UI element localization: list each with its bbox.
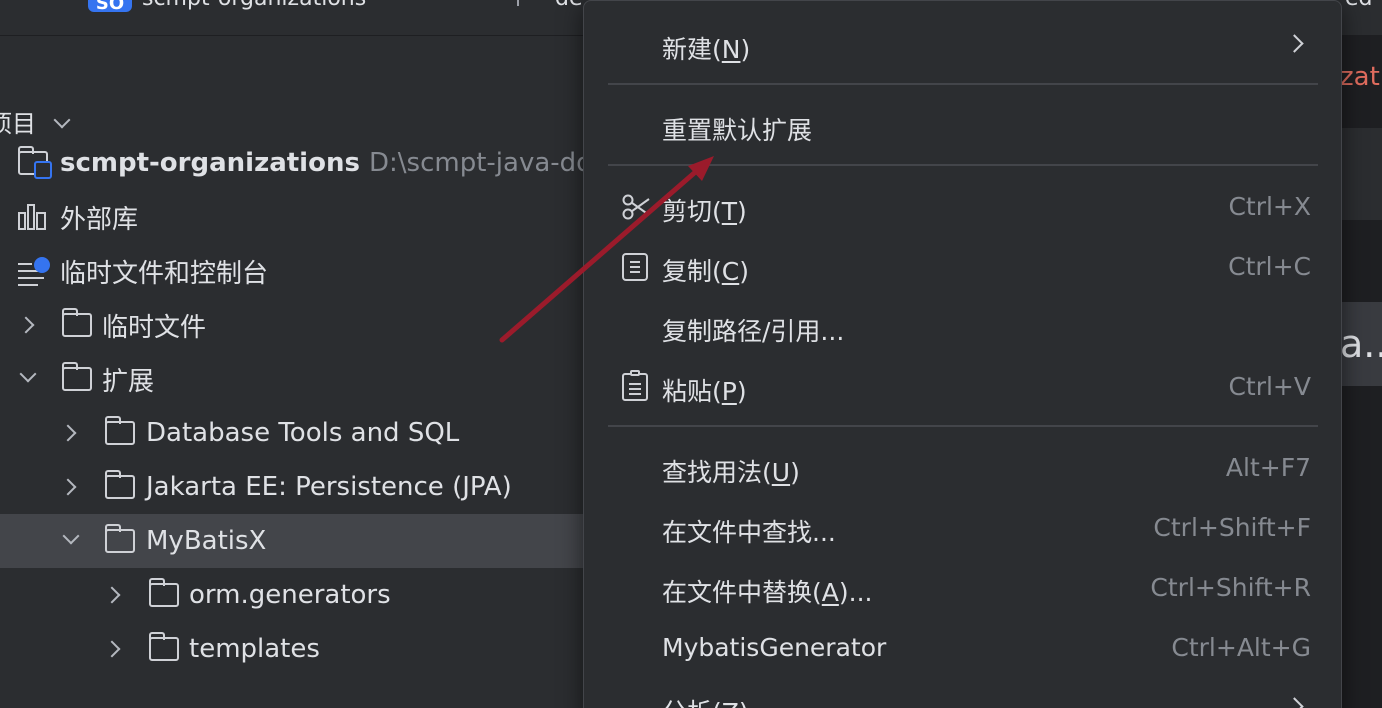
tree-item-label: 临时文件和控制台 (60, 258, 269, 289)
scratches-icon (18, 257, 50, 286)
tree-item-label: orm.generators (189, 580, 391, 610)
menu-item-label: 重置默认扩展 (662, 116, 813, 145)
tree-item-jakarta-ee[interactable]: Jakarta EE: Persistence (JPA) (0, 460, 600, 514)
title-divider (517, 0, 519, 6)
scissors-icon (622, 193, 650, 221)
folder-icon (105, 524, 135, 553)
menu-item-paste[interactable]: 粘贴(P) Ctrl+V (584, 357, 1341, 417)
library-icon (18, 204, 48, 230)
menu-item-label: 在文件中查找... (662, 518, 836, 547)
chevron-down-icon[interactable] (62, 527, 80, 545)
tree-item-label: Jakarta EE: Persistence (JPA) (146, 472, 512, 502)
menu-item-label: MybatisGenerator (662, 633, 887, 662)
menu-item-label: 粘贴(P) (662, 377, 747, 406)
title-branch-text[interactable]: de (555, 0, 583, 11)
tree-item-scratches[interactable]: 临时文件 (0, 298, 600, 352)
tree-item-orm-generators[interactable]: orm.generators (0, 568, 600, 622)
project-panel: 项目 scmpt-organizations D:\scmpt-java-dd … (0, 36, 600, 708)
menu-item-shortcut: Ctrl+Alt+G (1171, 633, 1311, 662)
menu-separator (608, 425, 1318, 427)
tree-item-project-root[interactable]: scmpt-organizations D:\scmpt-java-dd (0, 136, 600, 190)
panel-header-label: 项目 (0, 110, 36, 138)
tree-item-scratches-consoles[interactable]: 临时文件和控制台 (0, 244, 600, 298)
menu-separator (608, 83, 1318, 85)
editor-area (1340, 220, 1382, 302)
menu-item-new[interactable]: 新建(N) (584, 15, 1341, 75)
menu-item-analyze[interactable]: 分析(Z) (584, 678, 1341, 708)
menu-item-label: 分析(Z) (662, 693, 749, 708)
menu-item-replace-in-files[interactable]: 在文件中替换(A)... Ctrl+Shift+R (584, 558, 1341, 618)
editor-content (1340, 386, 1382, 708)
folder-icon (105, 416, 135, 445)
menu-item-label: 在文件中替换(A)... (662, 578, 873, 607)
tree-item-label: scmpt-organizations D:\scmpt-java-dd (60, 148, 593, 178)
menu-item-mybatis-generator[interactable]: MybatisGenerator Ctrl+Alt+G (584, 618, 1341, 678)
tree-item-label: MyBatisX (146, 526, 267, 556)
tree-item-label: Database Tools and SQL (146, 418, 460, 448)
chevron-right-icon[interactable] (59, 424, 77, 442)
editor-box-text: a.. (1340, 322, 1382, 366)
project-name[interactable]: scmpt-organizations (142, 0, 366, 11)
project-path: D:\scmpt-java-dd (369, 148, 593, 178)
tree-item-extensions[interactable]: 扩展 (0, 352, 600, 406)
menu-item-shortcut: Ctrl+V (1228, 372, 1311, 401)
menu-item-shortcut: Alt+F7 (1225, 453, 1311, 482)
chevron-right-icon[interactable] (59, 478, 77, 496)
menu-item-shortcut: Ctrl+Shift+F (1153, 513, 1311, 542)
menu-item-reset-default-extensions[interactable]: 重置默认扩展 (584, 96, 1341, 156)
tree-item-mybatisx[interactable]: MyBatisX (0, 514, 600, 568)
tree-item-label: templates (189, 634, 320, 664)
editor-tab-text[interactable]: zat (1340, 62, 1382, 92)
menu-item-find-in-files[interactable]: 在文件中查找... Ctrl+Shift+F (584, 498, 1341, 558)
menu-item-shortcut: Ctrl+Shift+R (1150, 573, 1311, 602)
folder-icon (149, 632, 179, 661)
menu-item-label: 复制路径/引用... (662, 317, 845, 346)
project-view-selector[interactable]: 项目 (0, 104, 71, 139)
menu-item-cut[interactable]: 剪切(T) Ctrl+X (584, 177, 1341, 237)
tree-item-label: 临时文件 (102, 312, 207, 343)
chevron-right-icon[interactable] (103, 586, 121, 604)
clipboard-icon (622, 370, 648, 401)
chevron-down-icon (53, 111, 71, 129)
tree-item-templates[interactable]: templates (0, 622, 600, 676)
chevron-down-icon[interactable] (19, 365, 37, 383)
menu-item-label: 新建(N) (662, 35, 751, 64)
editor-toolbar (1340, 128, 1382, 220)
chevron-right-icon (1285, 697, 1304, 708)
tree-item-label: 外部库 (60, 204, 139, 235)
menu-item-copy[interactable]: 复制(C) Ctrl+C (584, 237, 1341, 297)
menu-item-shortcut: Ctrl+C (1228, 252, 1311, 281)
menu-item-shortcut: Ctrl+X (1228, 192, 1311, 221)
context-menu: 新建(N) 重置默认扩展 剪切(T) Ctrl+X 复制(C) Ctrl+C 复… (583, 0, 1342, 708)
project-folder-icon (18, 146, 52, 179)
menu-item-label: 查找用法(U) (662, 458, 800, 487)
chevron-right-icon (1285, 34, 1304, 53)
chevron-right-icon[interactable] (17, 316, 35, 334)
chevron-right-icon[interactable] (103, 640, 121, 658)
copy-icon (622, 253, 648, 281)
project-badge[interactable]: SO (88, 0, 132, 14)
tree-item-database-tools[interactable]: Database Tools and SQL (0, 406, 600, 460)
menu-item-label: 复制(C) (662, 257, 749, 286)
menu-item-copy-path[interactable]: 复制路径/引用... (584, 297, 1341, 357)
title-right-text: ed (1345, 0, 1373, 11)
folder-icon (149, 578, 179, 607)
menu-item-label: 剪切(T) (662, 197, 747, 226)
main-menu-icon[interactable] (0, 0, 26, 12)
folder-icon (105, 470, 135, 499)
menu-separator (608, 164, 1318, 166)
tree-item-external-libraries[interactable]: 外部库 (0, 190, 600, 244)
tree-item-label: 扩展 (102, 366, 155, 397)
menu-item-find-usages[interactable]: 查找用法(U) Alt+F7 (584, 438, 1341, 498)
folder-icon (62, 308, 92, 337)
folder-icon (62, 362, 92, 391)
